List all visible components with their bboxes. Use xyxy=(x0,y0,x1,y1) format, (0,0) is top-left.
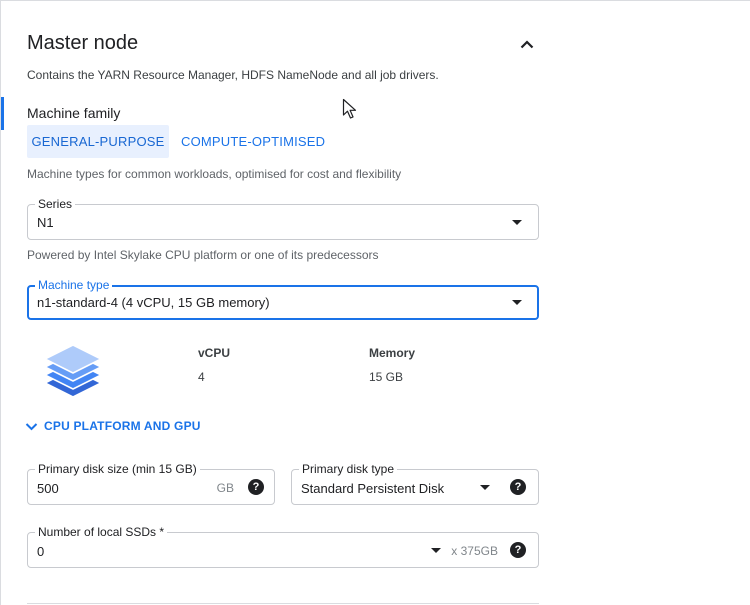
local-ssds-value: 0 xyxy=(37,544,45,559)
cpu-platform-gpu-expander[interactable]: CPU PLATFORM AND GPU xyxy=(25,419,201,433)
dropdown-arrow-icon xyxy=(512,300,522,305)
master-node-panel: Master node Contains the YARN Resource M… xyxy=(0,0,750,605)
vcpu-value: 4 xyxy=(198,370,205,384)
primary-disk-unit: GB xyxy=(216,481,234,495)
primary-disk-size-value: 500 xyxy=(37,481,59,496)
active-section-indicator xyxy=(1,97,4,130)
collapse-button[interactable] xyxy=(515,33,539,55)
vcpu-label: vCPU xyxy=(198,346,231,360)
help-icon[interactable]: ? xyxy=(510,542,526,558)
primary-disk-type-select[interactable]: Primary disk type Standard Persistent Di… xyxy=(291,461,539,505)
mouse-pointer-icon xyxy=(342,98,357,119)
chevron-up-icon xyxy=(520,39,534,48)
local-ssds-label: Number of local SSDs * xyxy=(35,524,168,540)
stacked-layers-icon xyxy=(44,344,102,398)
chevron-down-icon xyxy=(25,422,38,430)
chip-general-purpose[interactable]: GENERAL-PURPOSE xyxy=(27,125,169,158)
memory-value: 15 GB xyxy=(369,370,404,384)
cpu-platform-gpu-label: CPU PLATFORM AND GPU xyxy=(44,419,201,433)
primary-disk-type-label: Primary disk type xyxy=(299,461,398,477)
machine-family-help: Machine types for common workloads, opti… xyxy=(27,167,402,181)
machine-type-label: Machine type xyxy=(35,277,113,293)
series-label: Series xyxy=(35,196,76,212)
machine-type-select[interactable]: Machine type n1-standard-4 (4 vCPU, 15 G… xyxy=(27,277,539,320)
help-icon[interactable]: ? xyxy=(510,479,526,495)
machine-type-value: n1-standard-4 (4 vCPU, 15 GB memory) xyxy=(37,295,270,310)
section-title: Master node xyxy=(27,32,139,54)
primary-disk-size-input[interactable]: Primary disk size (min 15 GB) 500 GB ? xyxy=(27,461,275,505)
series-select[interactable]: Series N1 xyxy=(27,196,539,240)
memory-label: Memory xyxy=(369,346,416,360)
chip-compute-optimised[interactable]: COMPUTE-OPTIMISED xyxy=(169,125,337,158)
primary-disk-size-label: Primary disk size (min 15 GB) xyxy=(35,461,200,477)
series-help: Powered by Intel Skylake CPU platform or… xyxy=(27,248,379,262)
dropdown-arrow-icon xyxy=(512,220,522,225)
help-icon[interactable]: ? xyxy=(248,479,264,495)
dropdown-arrow-icon xyxy=(431,548,441,553)
series-value: N1 xyxy=(37,215,54,230)
local-ssds-select[interactable]: Number of local SSDs * 0 x 375GB ? xyxy=(27,524,539,568)
dropdown-arrow-icon xyxy=(480,485,490,490)
section-description: Contains the YARN Resource Manager, HDFS… xyxy=(27,68,439,82)
local-ssds-unit: x 375GB xyxy=(451,544,498,558)
machine-family-label: Machine family xyxy=(27,105,121,121)
primary-disk-type-value: Standard Persistent Disk xyxy=(301,481,445,496)
section-divider xyxy=(27,603,539,604)
